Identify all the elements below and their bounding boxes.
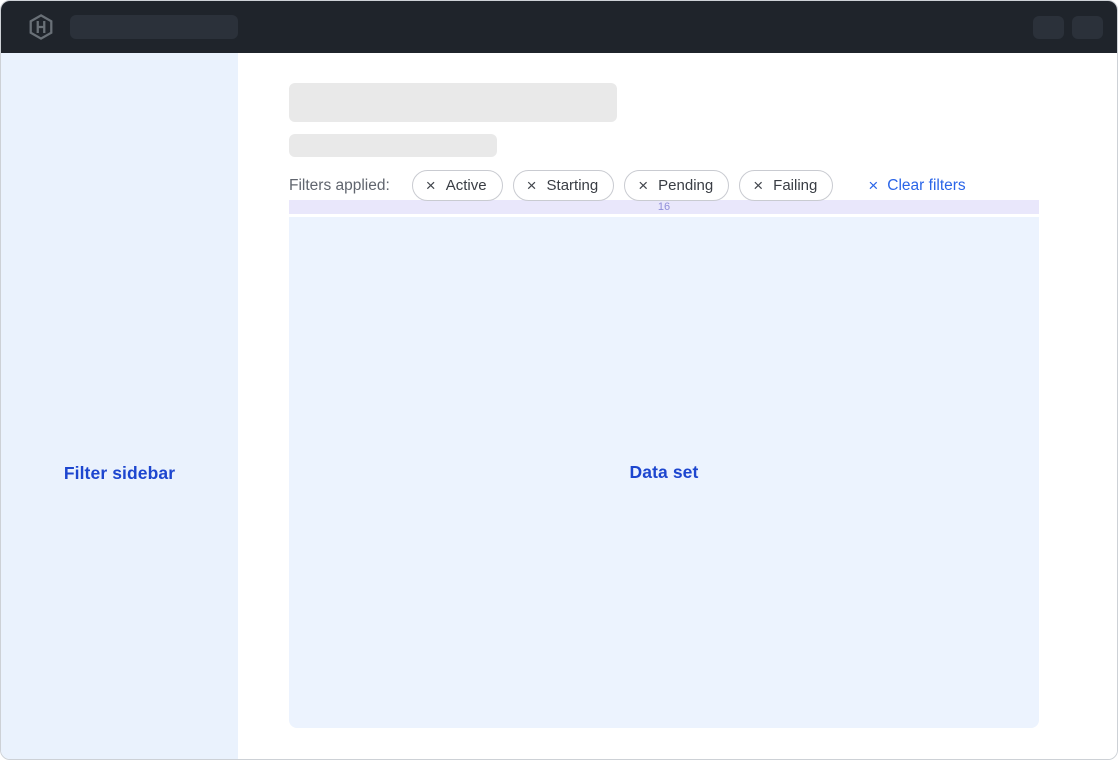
- clear-filters-link[interactable]: × Clear filters: [868, 177, 965, 195]
- clear-filters-label: Clear filters: [887, 177, 965, 195]
- filters-applied-label: Filters applied:: [289, 177, 390, 195]
- app-body: Filter sidebar Filters applied: × Active…: [1, 53, 1117, 759]
- topbar-action-button-2[interactable]: [1072, 16, 1103, 39]
- dismiss-icon: ×: [527, 177, 537, 194]
- result-count: 16: [658, 201, 670, 213]
- filter-chip-pending[interactable]: × Pending: [624, 170, 729, 201]
- filter-chip-label: Pending: [658, 177, 713, 194]
- data-set-label: Data set: [630, 462, 699, 483]
- dismiss-icon: ×: [638, 177, 648, 194]
- search-input[interactable]: [70, 15, 238, 39]
- filters-applied-row: Filters applied: × Active × Starting × P…: [289, 170, 1039, 201]
- filter-chip-label: Active: [446, 177, 487, 194]
- top-nav-bar: [1, 1, 1117, 53]
- filter-chip-starting[interactable]: × Starting: [513, 170, 615, 201]
- data-set-region: Data set: [289, 217, 1039, 728]
- main-content: Filters applied: × Active × Starting × P…: [238, 53, 1117, 759]
- filter-chip-label: Starting: [547, 177, 599, 194]
- app-window: Filter sidebar Filters applied: × Active…: [0, 0, 1118, 760]
- hashicorp-logo-icon: [28, 14, 54, 40]
- filter-chip-failing[interactable]: × Failing: [739, 170, 833, 201]
- page-title-placeholder: [289, 83, 617, 122]
- dismiss-icon: ×: [426, 177, 436, 194]
- filter-chip-label: Failing: [773, 177, 817, 194]
- topbar-action-button-1[interactable]: [1033, 16, 1064, 39]
- dismiss-icon: ×: [753, 177, 763, 194]
- page-subtitle-placeholder: [289, 134, 497, 157]
- filter-sidebar: Filter sidebar: [1, 53, 238, 759]
- topbar-actions: [1033, 16, 1103, 39]
- result-count-strip: 16: [289, 200, 1039, 214]
- clear-icon: ×: [868, 177, 878, 194]
- filter-chip-active[interactable]: × Active: [412, 170, 503, 201]
- filter-sidebar-label: Filter sidebar: [1, 463, 238, 484]
